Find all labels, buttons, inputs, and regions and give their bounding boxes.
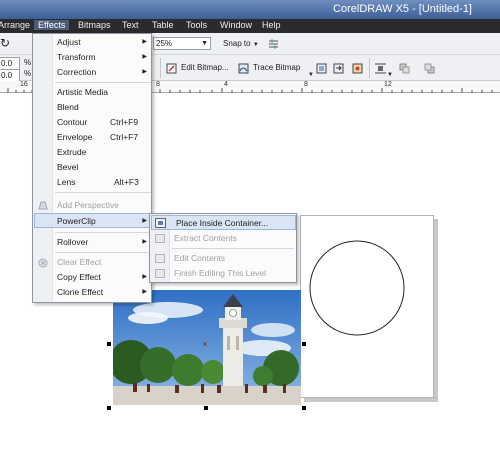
submenu-arrow-icon: ▶ xyxy=(142,218,147,224)
menu-bar: Arrange Effects Bitmaps Text Table Tools… xyxy=(0,19,500,33)
edit-bitmap-icon xyxy=(166,63,177,74)
redo-icon[interactable]: ↻ xyxy=(0,36,10,50)
submenu-arrow-icon: ▶ xyxy=(142,289,147,295)
finish-editing-icon xyxy=(155,269,165,278)
extract-icon xyxy=(155,234,165,243)
scale-y-unit: % xyxy=(24,69,32,78)
options-icon[interactable] xyxy=(268,39,279,50)
menu-item-add-perspective[interactable]: Add Perspective xyxy=(34,198,151,213)
crop-bitmap-icon[interactable] xyxy=(316,63,327,74)
selection-handle[interactable] xyxy=(107,406,111,410)
resample-icon[interactable] xyxy=(333,63,344,74)
edit-contents-icon xyxy=(155,254,165,263)
menu-item-blend[interactable]: Blend xyxy=(34,100,151,115)
ellipse-shape[interactable] xyxy=(308,239,406,337)
selection-handle[interactable] xyxy=(107,342,111,346)
menu-item-clear-effect[interactable]: Clear Effect xyxy=(34,255,151,270)
clear-effect-icon xyxy=(38,258,48,268)
menu-item-artistic-media[interactable]: Artistic Media xyxy=(34,85,151,100)
place-inside-icon xyxy=(155,218,166,228)
effects-menu: Adjust ▶ Transform ▶ Correction ▶ Artistic … xyxy=(32,33,152,303)
submenu-arrow-icon: ▶ xyxy=(142,54,147,60)
submenu-arrow-icon: ▶ xyxy=(142,39,147,45)
menu-item-envelope[interactable]: Envelope Ctrl+F7 xyxy=(34,130,151,145)
menu-arrange[interactable]: Arrange xyxy=(0,20,30,30)
submenu-arrow-icon: ▶ xyxy=(142,239,147,245)
menu-item-powerclip[interactable]: PowerClip ▶ xyxy=(34,213,152,228)
menu-item-lens[interactable]: Lens Alt+F3 xyxy=(34,175,151,190)
submenu-arrow-icon: ▶ xyxy=(142,69,147,75)
menu-item-clone-effect[interactable]: Clone Effect ▶ xyxy=(34,285,151,300)
menu-text[interactable]: Text xyxy=(122,20,139,30)
menu-item-rollover[interactable]: Rollover ▶ xyxy=(34,235,151,250)
perspective-icon xyxy=(38,201,48,210)
chevron-down-icon: ▼ xyxy=(252,42,259,48)
to-front-icon[interactable] xyxy=(399,63,410,74)
window-title: CorelDRAW X5 - [Untitled-1] xyxy=(333,3,472,15)
menu-effects[interactable]: Effects xyxy=(34,20,70,30)
submenu-arrow-icon: ▶ xyxy=(142,274,147,280)
menu-item-edit-contents[interactable]: Edit Contents xyxy=(151,251,296,266)
powerclip-submenu: Place Inside Container... Extract Conten… xyxy=(149,213,297,283)
ruler-label: 16 xyxy=(20,81,28,88)
zoom-select[interactable]: 25% ▼ xyxy=(153,37,211,50)
chevron-down-icon[interactable]: ▼ xyxy=(387,68,393,82)
menu-bitmaps[interactable]: Bitmaps xyxy=(78,20,111,30)
bitmap-image[interactable] xyxy=(113,290,301,405)
edit-bitmap-button[interactable]: Edit Bitmap... xyxy=(181,61,229,75)
menu-item-bevel[interactable]: Bevel xyxy=(34,160,151,175)
menu-window[interactable]: Window xyxy=(220,20,252,30)
snap-to-dropdown[interactable]: Snap to ▼ xyxy=(223,37,259,52)
selection-handle[interactable] xyxy=(302,342,306,346)
menu-item-adjust[interactable]: Adjust ▶ xyxy=(34,35,151,50)
menu-item-place-inside-container[interactable]: Place Inside Container... xyxy=(151,215,296,230)
wrap-text-icon[interactable] xyxy=(375,63,386,74)
chevron-down-icon: ▼ xyxy=(201,40,208,47)
menu-table[interactable]: Table xyxy=(152,20,174,30)
menu-item-contour[interactable]: Contour Ctrl+F9 xyxy=(34,115,151,130)
ruler-label: 4 xyxy=(224,81,228,88)
menu-item-finish-editing[interactable]: Finish Editing This Level xyxy=(151,266,296,281)
menu-tools[interactable]: Tools xyxy=(186,20,207,30)
to-back-icon[interactable] xyxy=(424,63,435,74)
menu-item-extrude[interactable]: Extrude xyxy=(34,145,151,160)
ruler-label: 8 xyxy=(156,81,160,88)
menu-help[interactable]: Help xyxy=(262,20,281,30)
selection-handle[interactable] xyxy=(302,406,306,410)
menu-item-transform[interactable]: Transform ▶ xyxy=(34,50,151,65)
menu-item-extract-contents[interactable]: Extract Contents xyxy=(151,231,296,246)
menu-item-correction[interactable]: Correction ▶ xyxy=(34,65,151,80)
selection-handle[interactable] xyxy=(204,406,208,410)
title-bar: CorelDRAW X5 - [Untitled-1] xyxy=(0,0,500,19)
trace-bitmap-icon xyxy=(238,63,249,74)
menu-item-copy-effect[interactable]: Copy Effect ▶ xyxy=(34,270,151,285)
bitmap-color-mask-icon[interactable] xyxy=(352,63,363,74)
ruler-label: 12 xyxy=(384,81,392,88)
chevron-down-icon[interactable]: ▼ xyxy=(308,68,314,82)
ruler-label: 8 xyxy=(304,81,308,88)
trace-bitmap-button[interactable]: Trace Bitmap xyxy=(253,61,300,75)
